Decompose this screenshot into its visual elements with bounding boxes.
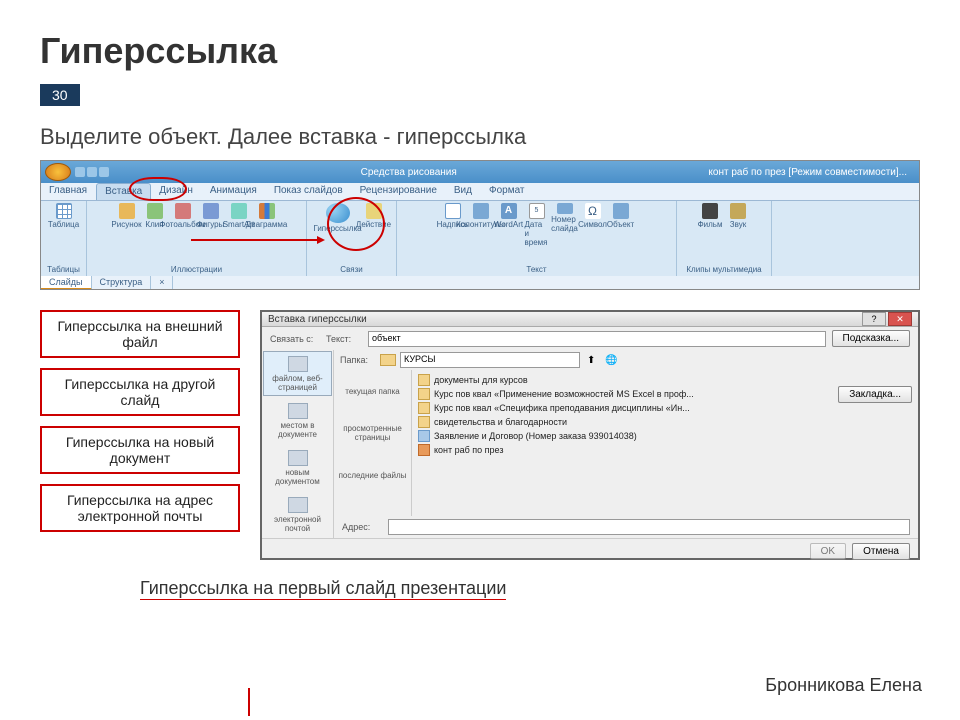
tab-slideshow[interactable]: Показ слайдов (266, 183, 352, 200)
group-illustrations-label: Иллюстрации (171, 265, 222, 274)
chart-button[interactable]: Диаграмма (255, 203, 279, 233)
author-name: Бронникова Елена (765, 675, 922, 696)
group-text-label: Текст (526, 265, 546, 274)
ribbon-screenshot: Средства рисования конт раб по през [Реж… (40, 160, 920, 290)
folder-dropdown[interactable]: КУРСЫ (400, 352, 580, 368)
text-field[interactable]: объект (368, 331, 826, 347)
sound-button[interactable]: Звук (726, 203, 750, 233)
link-to-panel: файлом, веб-страницей местом в документе… (262, 350, 334, 538)
photoalbum-button[interactable]: Фотоальбом (171, 203, 195, 233)
up-folder-icon[interactable]: ⬆ (584, 355, 598, 366)
hint-button[interactable]: Подсказка... (832, 330, 910, 347)
link-to-label: Связать с: (270, 334, 320, 344)
datetime-button[interactable]: 5Дата и время (525, 203, 549, 233)
group-links-label: Связи (340, 265, 362, 274)
ok-button[interactable]: OK (810, 543, 846, 560)
browse-web-icon[interactable]: 🌐 (602, 355, 620, 366)
recent-files-button[interactable]: последние файлы (334, 454, 411, 496)
address-field[interactable] (388, 519, 910, 535)
ribbon-tabs: Главная Вставка Дизайн Анимация Показ сл… (41, 183, 919, 201)
action-button[interactable]: Действие (362, 203, 386, 233)
hyperlink-button[interactable]: Гиперссылка (318, 203, 358, 233)
file-item: свидетельства и благодарности (418, 416, 912, 428)
shapes-button[interactable]: Фигуры (199, 203, 223, 233)
table-button[interactable]: Таблица (52, 203, 76, 233)
folder-icon (380, 354, 396, 366)
picture-button[interactable]: Рисунок (115, 203, 139, 233)
look-in-panel: текущая папка просмотренные страницы пос… (334, 370, 412, 516)
cancel-button[interactable]: Отмена (852, 543, 910, 560)
tab-design[interactable]: Дизайн (151, 183, 202, 200)
callout-other-slide: Гиперссылка на другой слайд (40, 368, 240, 416)
insert-hyperlink-dialog: Вставка гиперссылки ? ✕ Связать с: Текст… (260, 310, 920, 560)
folder-label: Папка: (340, 355, 376, 365)
file-item: документы для курсов (418, 374, 912, 386)
browsed-pages-button[interactable]: просмотренные страницы (334, 412, 411, 454)
tab-home[interactable]: Главная (41, 183, 96, 200)
object-button[interactable]: Объект (609, 203, 633, 233)
address-label: Адрес: (342, 522, 382, 532)
tab-animation[interactable]: Анимация (202, 183, 266, 200)
symbol-button[interactable]: ΩСимвол (581, 203, 605, 233)
headerfooter-button[interactable]: Колонтитулы (469, 203, 493, 233)
link-to-new-doc[interactable]: новым документом (263, 445, 332, 490)
text-label: Текст: (326, 334, 362, 344)
bookmark-button[interactable]: Закладка... (838, 386, 912, 403)
link-to-file-web[interactable]: файлом, веб-страницей (263, 351, 332, 396)
page-number-badge: 30 (40, 84, 80, 106)
annotation-line (248, 688, 250, 716)
callout-list: Гиперссылка на внешний файл Гиперссылка … (40, 310, 240, 560)
current-folder-button[interactable]: текущая папка (334, 370, 411, 412)
help-icon[interactable]: ? (862, 312, 886, 326)
group-tables-label: Таблицы (47, 265, 80, 274)
tab-insert[interactable]: Вставка (96, 183, 151, 200)
group-media-label: Клипы мультимедиа (686, 265, 761, 274)
tab-format[interactable]: Формат (481, 183, 534, 200)
document-title: конт раб по през [Режим совместимости]..… (708, 167, 915, 178)
office-button[interactable] (45, 163, 71, 181)
link-to-email[interactable]: электронной почтой (263, 492, 332, 537)
tab-review[interactable]: Рецензирование (352, 183, 446, 200)
slidenumber-button[interactable]: Номер слайда (553, 203, 577, 233)
file-item: Курс пов квал «Специфика преподавания ди… (418, 402, 912, 414)
outline-pane-tab[interactable]: Структура (92, 276, 152, 290)
file-item: конт раб по през (418, 444, 912, 456)
tab-view[interactable]: Вид (446, 183, 481, 200)
footer-hyperlink-example[interactable]: Гиперссылка на первый слайд презентации (140, 578, 506, 600)
quick-access-toolbar[interactable] (75, 167, 109, 177)
callout-email: Гиперссылка на адрес электронной почты (40, 484, 240, 532)
dialog-title: Вставка гиперссылки (268, 314, 862, 325)
link-to-place[interactable]: местом в документе (263, 398, 332, 443)
movie-button[interactable]: Фильм (698, 203, 722, 233)
ribbon-context-title: Средства рисования (113, 167, 704, 178)
file-item: Заявление и Договор (Номер заказа 939014… (418, 430, 912, 442)
slide-subtitle: Выделите объект. Далее вставка - гиперсс… (40, 124, 920, 150)
slide-title: Гиперссылка (40, 30, 920, 72)
callout-new-document: Гиперссылка на новый документ (40, 426, 240, 474)
callout-external-file: Гиперссылка на внешний файл (40, 310, 240, 358)
wordart-button[interactable]: AWordArt (497, 203, 521, 233)
slides-pane-tab[interactable]: Слайды (41, 276, 92, 290)
close-pane-icon[interactable]: × (151, 276, 173, 290)
close-icon[interactable]: ✕ (888, 312, 912, 326)
